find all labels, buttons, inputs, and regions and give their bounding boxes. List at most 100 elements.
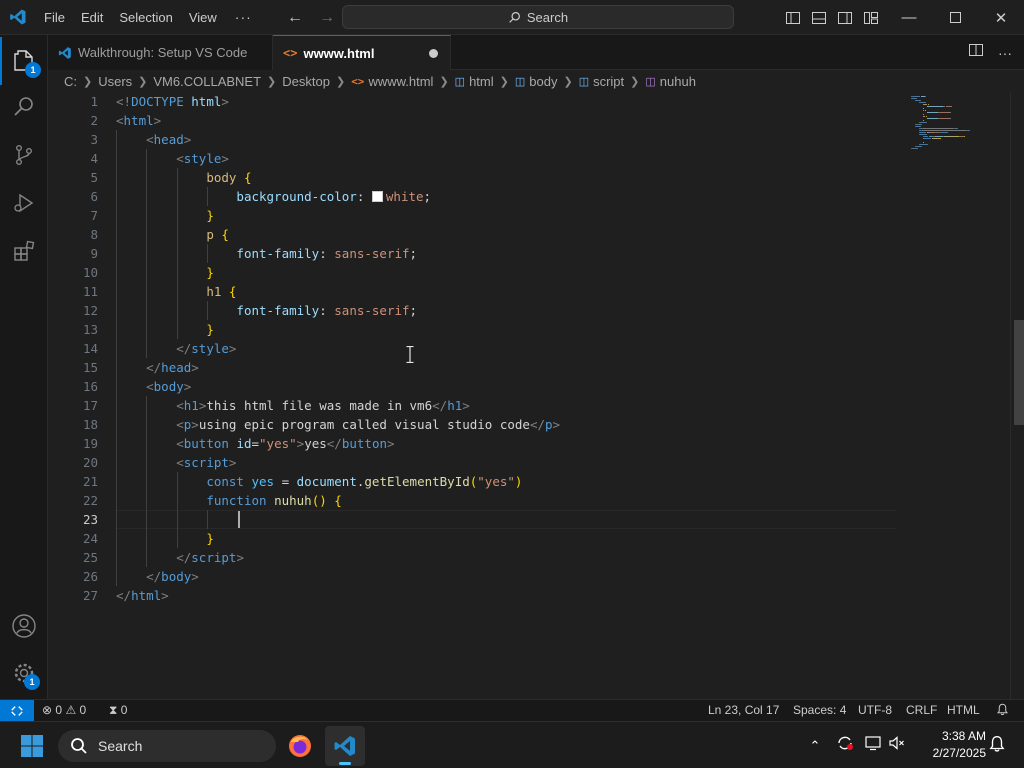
line-number: 12 [82, 303, 98, 318]
notification-bell-icon[interactable] [988, 735, 1006, 758]
minimap-token [947, 132, 948, 133]
toggle-primary-sidebar-icon[interactable] [784, 9, 802, 27]
unsaved-dot-icon[interactable] [429, 48, 438, 58]
notifications-bell-icon[interactable] [996, 700, 1009, 721]
windows-taskbar: Search ⌃ 3:38 AM 2/27/2025 [0, 721, 1024, 768]
toggle-secondary-sidebar-icon[interactable] [836, 9, 854, 27]
code-line: background-color: white; [116, 187, 431, 206]
vscode-tab-icon [58, 46, 71, 59]
customize-layout-icon[interactable] [862, 9, 880, 27]
color-swatch [371, 191, 383, 202]
minimap-token [923, 110, 924, 111]
code-token: { [334, 493, 342, 508]
chevron-right-icon: ❯ [630, 75, 640, 88]
code-token: < [146, 379, 154, 394]
warning-icon: ⚠ [65, 703, 77, 717]
explorer-icon[interactable]: 1 [0, 37, 48, 85]
breadcrumb-body[interactable]: ◫ body [515, 74, 558, 89]
cursor-position[interactable]: Ln 23, Col 17 [708, 700, 779, 721]
code-token: script [183, 455, 229, 470]
language-mode[interactable]: HTML [947, 700, 980, 721]
menu-file[interactable]: File [36, 0, 73, 35]
minimap[interactable] [905, 92, 1010, 699]
layout-controls [784, 0, 880, 35]
code-token: > [183, 132, 192, 147]
tab-wwww-html[interactable]: <> wwww.html [273, 35, 451, 70]
menu-selection[interactable]: Selection [111, 0, 180, 35]
chevron-right-icon: ❯ [499, 75, 509, 88]
minimap-token [928, 104, 929, 105]
indent-guide [116, 130, 117, 586]
minimize-icon[interactable]: — [886, 0, 932, 35]
breadcrumb-file-label: wwww.html [368, 73, 434, 89]
line-number: 14 [82, 341, 98, 356]
code-token: ) [514, 474, 523, 489]
more-actions-icon[interactable]: ··· [998, 45, 1012, 61]
minimap-token [920, 126, 921, 127]
menu-edit[interactable]: Edit [73, 0, 111, 35]
accounts-icon[interactable] [0, 602, 48, 650]
search-label: Search [526, 9, 569, 25]
indentation[interactable]: Spaces: 4 [793, 700, 846, 721]
menu-view[interactable]: View [181, 0, 225, 35]
status-bar: ⊗ 0 ⚠ 0 ⧗ 0 Ln 23, Col 17 Spaces: 4 UTF-… [0, 699, 1024, 721]
vertical-scrollbar[interactable] [1010, 92, 1024, 699]
search-view-icon[interactable] [0, 83, 48, 131]
ports-count: 0 [120, 703, 128, 717]
breadcrumb-script[interactable]: ◫ script [579, 74, 624, 89]
encoding[interactable]: UTF-8 [858, 700, 892, 721]
breadcrumb-nuhuh[interactable]: ◫ nuhuh [645, 74, 696, 89]
breadcrumb-file[interactable]: <> wwww.html [351, 74, 433, 89]
update-sync-icon[interactable] [836, 734, 854, 757]
split-editor-icon[interactable] [968, 42, 984, 63]
line-number: 24 [82, 531, 98, 546]
breadcrumb-desktop[interactable]: Desktop [282, 74, 330, 89]
vscode-window: File Edit Selection View ··· ← → Search [0, 0, 1024, 768]
menu-more-icon[interactable]: ··· [225, 9, 262, 25]
firefox-icon[interactable] [280, 726, 320, 766]
toggle-panel-icon[interactable] [810, 9, 828, 27]
chevron-right-icon: ❯ [267, 75, 277, 88]
breadcrumb-users[interactable]: Users [98, 74, 132, 89]
code-token: > [191, 417, 199, 432]
close-icon[interactable]: ✕ [978, 0, 1024, 35]
code-token: { [243, 170, 252, 185]
windows-start-icon[interactable] [12, 726, 52, 766]
command-center-search[interactable]: Search [342, 5, 734, 29]
line-number: 21 [82, 474, 98, 489]
network-icon[interactable] [864, 734, 882, 757]
show-hidden-icons-chevron-icon[interactable]: ⌃ [804, 738, 826, 754]
extensions-icon[interactable] [0, 227, 48, 275]
scrollbar-thumb[interactable] [1014, 320, 1024, 425]
taskbar-search[interactable]: Search [58, 730, 276, 762]
tab-walkthrough[interactable]: Walkthrough: Setup VS Code [48, 35, 273, 70]
breadcrumb: C: ❯ Users ❯ VM6.COLLABNET ❯ Desktop ❯ <… [48, 70, 1024, 92]
maximize-icon[interactable] [932, 0, 978, 35]
back-arrow-icon[interactable]: ← [284, 9, 306, 27]
problems-indicator[interactable]: ⊗ 0 ⚠ 0 [42, 700, 86, 721]
volume-muted-icon[interactable] [888, 734, 906, 757]
breadcrumb-drive[interactable]: C: [64, 74, 77, 89]
remote-indicator-icon[interactable] [0, 700, 34, 721]
forward-arrow-icon[interactable]: → [316, 9, 338, 27]
minimap-token [926, 116, 927, 117]
breadcrumb-user-folder[interactable]: VM6.COLLABNET [153, 74, 261, 89]
code-line: font-family: sans-serif; [116, 301, 417, 320]
end-of-line[interactable]: CRLF [906, 700, 937, 721]
code-token: </ [326, 436, 342, 451]
system-clock[interactable]: 3:38 AM 2/27/2025 [918, 728, 986, 762]
code-line: </script> [116, 548, 244, 567]
code-token: html [123, 113, 154, 128]
code-editor[interactable]: 1 2 3 4 5 6 7 8 9 10 11 12 13 14 15 16 17 18 19 20 21 22 23 24 2… [48, 92, 1010, 699]
breadcrumb-html[interactable]: ◫ html [455, 74, 494, 89]
manage-gear-icon[interactable]: 1 [0, 649, 48, 697]
run-and-debug-icon[interactable] [0, 179, 48, 227]
vscode-taskbar-icon[interactable] [325, 726, 365, 766]
taskbar-search-label: Search [98, 738, 143, 754]
minimap-token [917, 148, 918, 149]
minimap-token [923, 142, 924, 143]
source-control-icon[interactable] [0, 131, 48, 179]
minimap-token [950, 112, 951, 113]
ports-indicator[interactable]: ⧗ 0 [109, 700, 127, 721]
